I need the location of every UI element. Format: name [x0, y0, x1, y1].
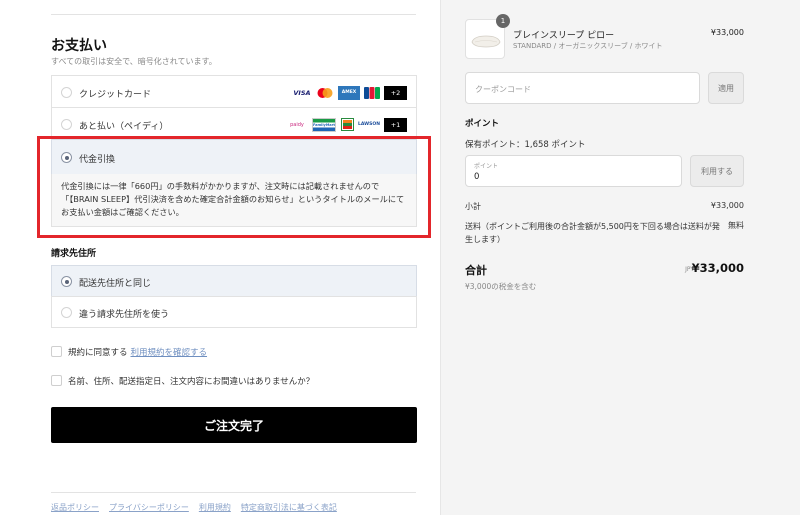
billing-option-different[interactable]: 違う請求先住所を使う: [51, 296, 417, 328]
payment-subtitle: すべての取引は安全で、暗号化されています。: [51, 57, 217, 66]
highlight-box: [37, 136, 431, 238]
billing-title: 請求先住所: [51, 249, 97, 259]
product-name: ブレインスリープ ピロー: [513, 31, 615, 41]
amex-logo: AMEX: [338, 85, 360, 100]
billing-option-label: 違う請求先住所を使う: [79, 310, 170, 320]
terms-text: 規約に同意する: [68, 348, 128, 358]
points-input[interactable]: ポイント 0: [465, 155, 682, 187]
product-price: ¥33,000: [710, 28, 744, 37]
coupon-placeholder: クーポンコード: [475, 85, 531, 94]
terms-label: 規約に同意する 利用規約を確認する: [68, 346, 207, 358]
confirm-checkbox[interactable]: [51, 375, 62, 386]
coupon-input[interactable]: クーポンコード: [465, 72, 700, 104]
billing-option-same[interactable]: 配送先住所と同じ: [51, 265, 417, 297]
more-cards-badge: +2: [384, 85, 407, 100]
payment-title: お支払い: [51, 38, 107, 54]
seven-eleven-logo: [340, 118, 354, 132]
footer-link-terms[interactable]: 利用規約: [199, 502, 231, 513]
owned-points: 保有ポイント：1,658 ポイント: [465, 140, 586, 150]
apply-coupon-button[interactable]: 適用: [708, 72, 744, 104]
divider: [51, 492, 416, 493]
visa-logo: VISA: [293, 88, 311, 97]
radio-button[interactable]: [61, 307, 72, 318]
subtotal-value: ¥33,000: [710, 201, 744, 210]
paidy-logo: paidy: [290, 121, 304, 128]
tax-note: ¥3,000の税金を含む: [465, 282, 537, 291]
confirm-label: 名前、住所、配送指定日、注文内容にお間違いはありませんか？: [68, 377, 315, 387]
payment-option-label: クレジットカード: [79, 90, 152, 100]
familymart-logo: FamilyMart: [312, 117, 336, 132]
shipping-value: 無料: [728, 221, 744, 230]
shipping-label: 送料（ポイントご利用後の合計金額が5,500円を下回る場合は送料が発生します）: [465, 222, 720, 244]
total-label: 合計: [465, 264, 487, 277]
footer-link-return-policy[interactable]: 返品ポリシー: [51, 502, 99, 513]
subtotal-label: 小計: [465, 202, 481, 211]
terms-link[interactable]: 利用規約を確認する: [131, 348, 208, 358]
payment-option-label: あと払い（ペイディ）: [79, 122, 169, 132]
footer-links: 返品ポリシー プライバシーポリシー 利用規約 特定商取引法に基づく表記: [51, 502, 337, 513]
points-input-caption: ポイント: [474, 163, 499, 170]
complete-order-button[interactable]: ご注文完了: [51, 407, 417, 443]
mastercard-logo: [316, 86, 334, 100]
divider: [51, 14, 416, 15]
footer-link-privacy-policy[interactable]: プライバシーポリシー: [109, 502, 189, 513]
footer-link-commerce-law[interactable]: 特定商取引法に基づく表記: [241, 502, 337, 513]
more-stores-badge: +1: [384, 117, 407, 132]
use-points-button[interactable]: 利用する: [690, 155, 744, 187]
payment-option-credit-card[interactable]: クレジットカード VISA AMEX +2: [51, 75, 417, 108]
card-logos: VISA AMEX +2: [292, 85, 407, 100]
radio-button[interactable]: [61, 87, 72, 98]
radio-button[interactable]: [61, 119, 72, 130]
paidy-logos: paidy FamilyMart LAWSON +1: [286, 117, 407, 132]
total-value: ¥33,000: [691, 261, 744, 275]
quantity-badge: 1: [496, 14, 510, 28]
jcb-logo: [364, 86, 380, 100]
product-variant: STANDARD / オーガニックスリーブ / ホワイト: [513, 42, 663, 50]
billing-option-label: 配送先住所と同じ: [79, 279, 152, 289]
terms-checkbox[interactable]: [51, 346, 62, 357]
radio-button-selected[interactable]: [61, 276, 72, 287]
lawson-logo: LAWSON: [358, 122, 380, 127]
points-input-value: 0: [474, 172, 480, 182]
points-title: ポイント: [465, 119, 500, 129]
